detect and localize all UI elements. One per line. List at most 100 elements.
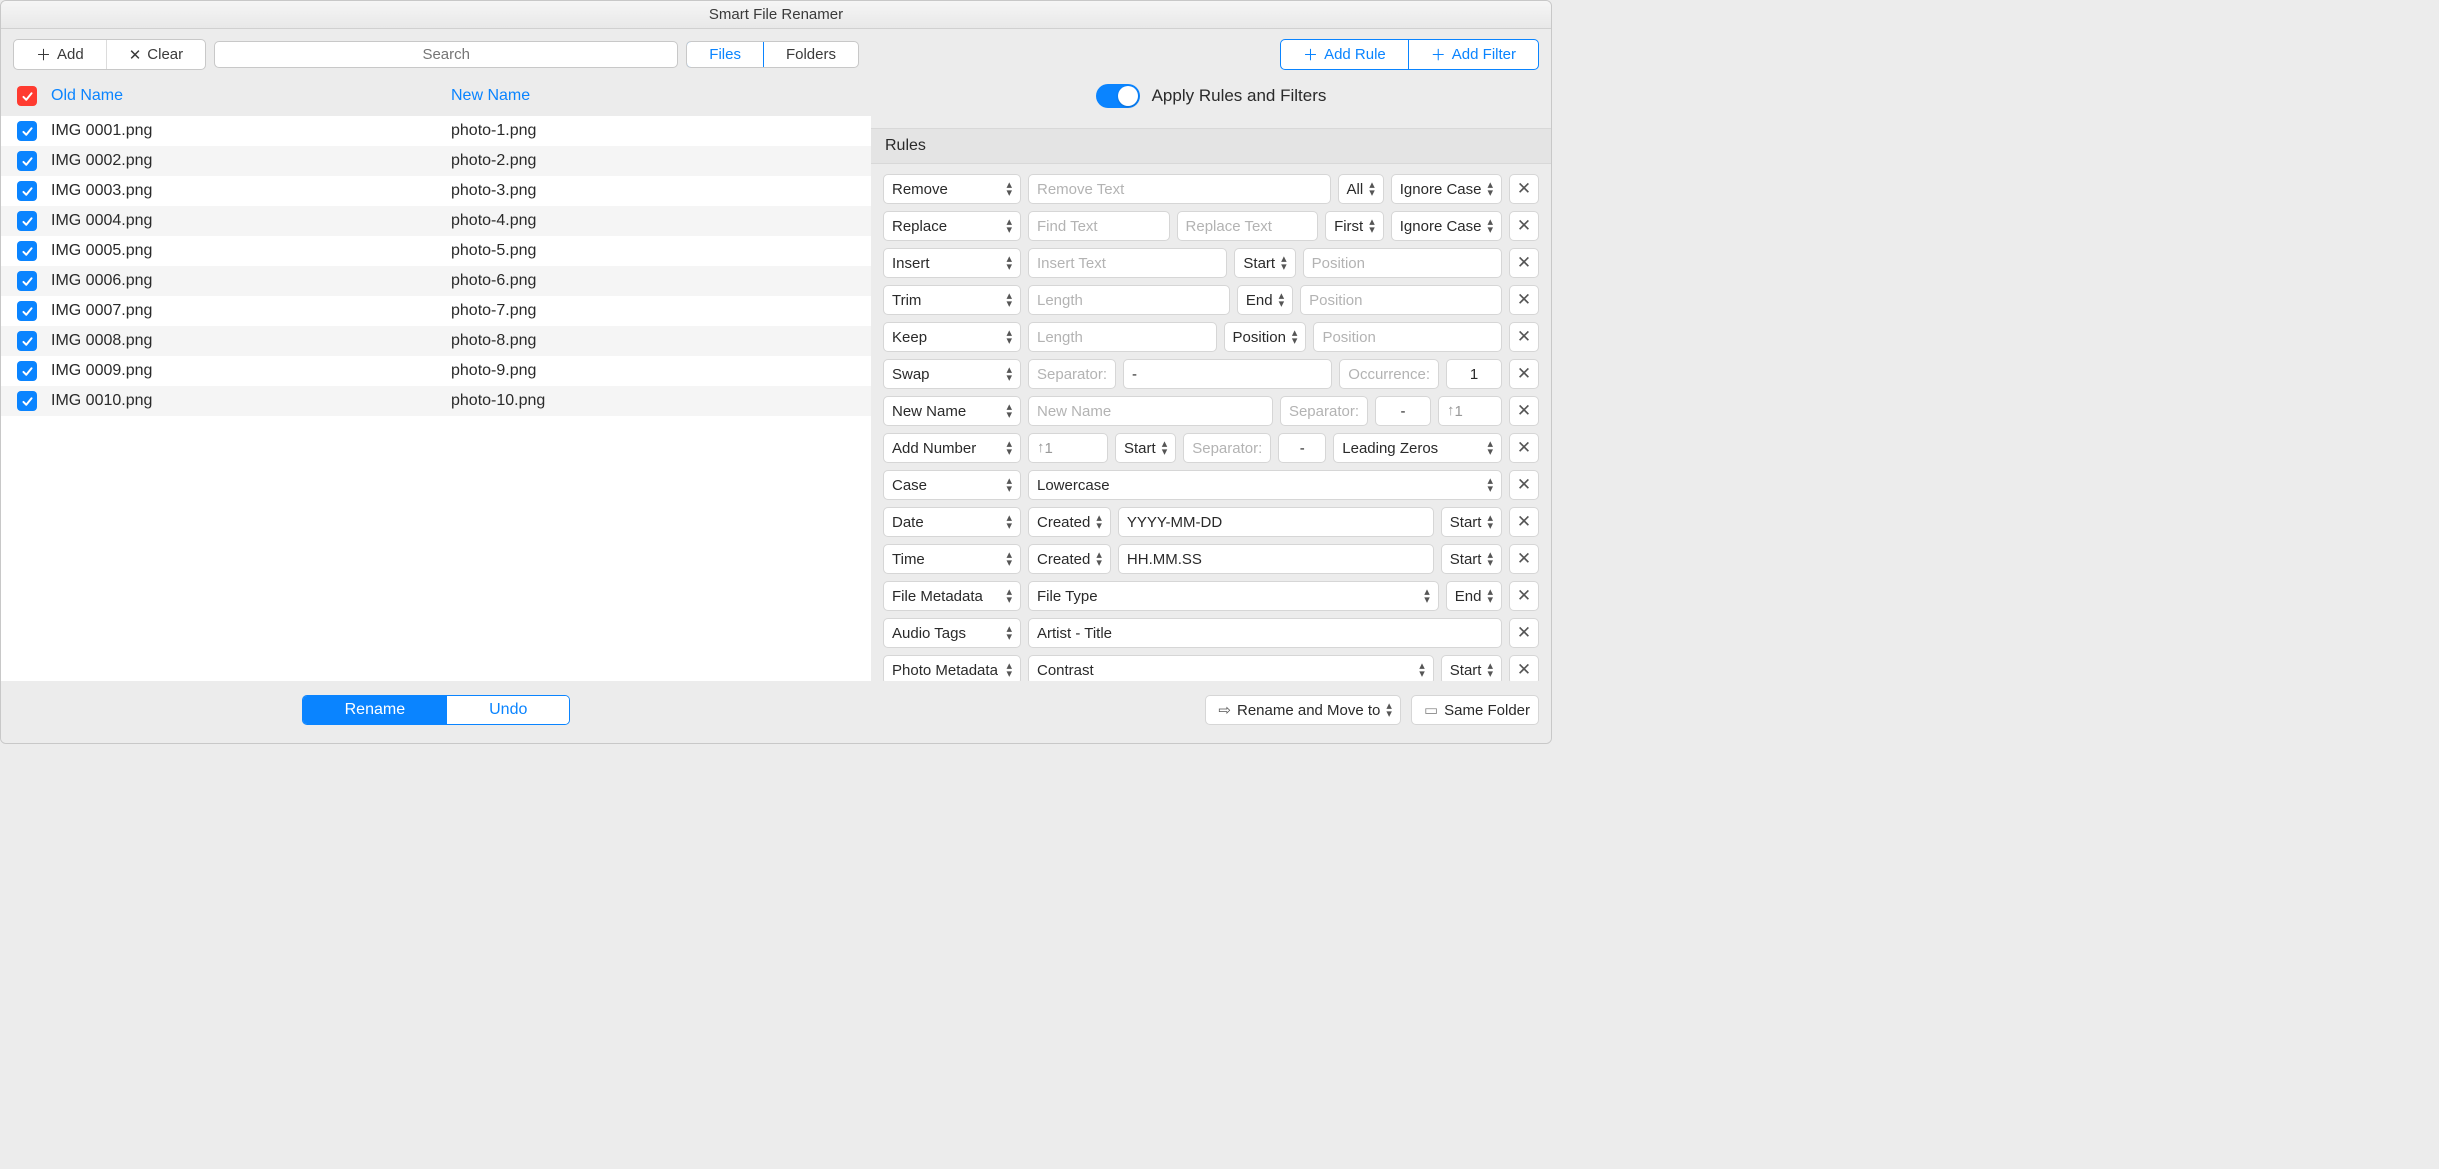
file-row[interactable]: IMG 0007.png photo-7.png xyxy=(1,296,871,326)
remove-rule-button[interactable]: ✕ xyxy=(1509,174,1539,204)
search-input[interactable] xyxy=(214,41,678,68)
rule-select[interactable]: Insert▴▾ xyxy=(883,248,1021,278)
file-checkbox[interactable] xyxy=(17,271,37,291)
file-checkbox[interactable] xyxy=(17,361,37,381)
remove-rule-button[interactable]: ✕ xyxy=(1509,618,1539,648)
file-row[interactable]: IMG 0008.png photo-8.png xyxy=(1,326,871,356)
file-row[interactable]: IMG 0002.png photo-2.png xyxy=(1,146,871,176)
rule-select[interactable]: Leading Zeros▴▾ xyxy=(1333,433,1502,463)
rule-input[interactable]: Length xyxy=(1028,322,1217,352)
rule-select[interactable]: Contrast▴▾ xyxy=(1028,655,1434,681)
rule-input[interactable]: Position xyxy=(1313,322,1502,352)
rule-select[interactable]: Created▴▾ xyxy=(1028,544,1111,574)
rule-input[interactable]: 1 xyxy=(1446,359,1502,389)
file-checkbox[interactable] xyxy=(17,181,37,201)
rule-input[interactable]: Length xyxy=(1028,285,1230,315)
rule-input[interactable]: Insert Text xyxy=(1028,248,1227,278)
rule-select[interactable]: Ignore Case▴▾ xyxy=(1391,211,1502,241)
undo-button[interactable]: Undo xyxy=(447,696,569,724)
file-row[interactable]: IMG 0009.png photo-9.png xyxy=(1,356,871,386)
rule-select[interactable]: End▴▾ xyxy=(1237,285,1293,315)
rule-select[interactable]: Replace▴▾ xyxy=(883,211,1021,241)
rule-select[interactable]: Start▴▾ xyxy=(1234,248,1295,278)
remove-rule-button[interactable]: ✕ xyxy=(1509,581,1539,611)
rename-move-select[interactable]: ⇨ Rename and Move to ▴▾ xyxy=(1205,695,1401,725)
folders-tab[interactable]: Folders xyxy=(764,42,858,67)
rule-select[interactable]: Ignore Case▴▾ xyxy=(1391,174,1502,204)
file-checkbox[interactable] xyxy=(17,241,37,261)
rule-select[interactable]: Swap▴▾ xyxy=(883,359,1021,389)
file-list[interactable]: IMG 0001.png photo-1.png IMG 0002.png ph… xyxy=(1,116,871,681)
rule-input[interactable]: Remove Text xyxy=(1028,174,1331,204)
remove-rule-button[interactable]: ✕ xyxy=(1509,248,1539,278)
rule-input[interactable]: Position xyxy=(1300,285,1502,315)
rule-select[interactable]: All▴▾ xyxy=(1338,174,1384,204)
file-row[interactable]: IMG 0005.png photo-5.png xyxy=(1,236,871,266)
file-row[interactable]: IMG 0004.png photo-4.png xyxy=(1,206,871,236)
remove-rule-button[interactable]: ✕ xyxy=(1509,544,1539,574)
file-row[interactable]: IMG 0010.png photo-10.png xyxy=(1,386,871,416)
rule-select[interactable]: New Name▴▾ xyxy=(883,396,1021,426)
remove-rule-button[interactable]: ✕ xyxy=(1509,211,1539,241)
rule-select[interactable]: Remove▴▾ xyxy=(883,174,1021,204)
add-filter-button[interactable]: ＋ Add Filter xyxy=(1409,40,1538,69)
rule-input[interactable]: - xyxy=(1375,396,1431,426)
remove-rule-button[interactable]: ✕ xyxy=(1509,396,1539,426)
rule-input[interactable]: - xyxy=(1123,359,1332,389)
remove-rule-button[interactable]: ✕ xyxy=(1509,655,1539,681)
file-checkbox[interactable] xyxy=(17,151,37,171)
same-folder-button[interactable]: ▭ Same Folder xyxy=(1411,695,1539,725)
rule-input[interactable]: YYYY-MM-DD xyxy=(1118,507,1434,537)
file-row[interactable]: IMG 0001.png photo-1.png xyxy=(1,116,871,146)
files-tab[interactable]: Files xyxy=(686,41,764,68)
rule-input[interactable]: Position xyxy=(1303,248,1502,278)
file-row[interactable]: IMG 0006.png photo-6.png xyxy=(1,266,871,296)
remove-rule-button[interactable]: ✕ xyxy=(1509,507,1539,537)
rule-select[interactable]: Time▴▾ xyxy=(883,544,1021,574)
rule-select[interactable]: Audio Tags▴▾ xyxy=(883,618,1021,648)
add-rule-button[interactable]: ＋ Add Rule xyxy=(1281,40,1409,69)
file-checkbox[interactable] xyxy=(17,211,37,231)
rule-select[interactable]: Case▴▾ xyxy=(883,470,1021,500)
rule-select[interactable]: Start▴▾ xyxy=(1441,507,1502,537)
rule-input[interactable]: Artist - Title xyxy=(1028,618,1502,648)
remove-rule-button[interactable]: ✕ xyxy=(1509,359,1539,389)
rule-select[interactable]: End▴▾ xyxy=(1446,581,1502,611)
rule-select[interactable]: First▴▾ xyxy=(1325,211,1384,241)
rule-select[interactable]: Trim▴▾ xyxy=(883,285,1021,315)
rule-input[interactable]: New Name xyxy=(1028,396,1273,426)
file-checkbox[interactable] xyxy=(17,121,37,141)
column-new-name[interactable]: New Name xyxy=(451,87,530,105)
rule-select[interactable]: Date▴▾ xyxy=(883,507,1021,537)
rule-select[interactable]: File Metadata▴▾ xyxy=(883,581,1021,611)
rule-select[interactable]: Keep▴▾ xyxy=(883,322,1021,352)
rule-input[interactable]: Find Text xyxy=(1028,211,1170,241)
rule-select[interactable]: Add Number▴▾ xyxy=(883,433,1021,463)
clear-button[interactable]: ✕ Clear xyxy=(107,40,205,69)
rule-input[interactable]: HH.MM.SS xyxy=(1118,544,1434,574)
rename-button[interactable]: Rename xyxy=(303,696,447,724)
rule-select[interactable]: Photo Metadata▴▾ xyxy=(883,655,1021,681)
rule-input[interactable]: ↑1 xyxy=(1028,433,1108,463)
rule-input[interactable]: ↑1 xyxy=(1438,396,1502,426)
rule-input[interactable]: Replace Text xyxy=(1177,211,1319,241)
add-button[interactable]: ＋ Add xyxy=(14,40,107,69)
file-checkbox[interactable] xyxy=(17,301,37,321)
apply-toggle[interactable] xyxy=(1096,84,1140,108)
rule-select[interactable]: Start▴▾ xyxy=(1441,544,1502,574)
column-old-name[interactable]: Old Name xyxy=(51,87,451,105)
rule-select[interactable]: Position▴▾ xyxy=(1224,322,1307,352)
remove-rule-button[interactable]: ✕ xyxy=(1509,285,1539,315)
rule-select[interactable]: Start▴▾ xyxy=(1441,655,1502,681)
rule-select[interactable]: Start▴▾ xyxy=(1115,433,1176,463)
rule-select[interactable]: File Type▴▾ xyxy=(1028,581,1439,611)
rule-input[interactable]: - xyxy=(1278,433,1326,463)
remove-rule-button[interactable]: ✕ xyxy=(1509,433,1539,463)
file-checkbox[interactable] xyxy=(17,331,37,351)
rule-select[interactable]: Lowercase▴▾ xyxy=(1028,470,1502,500)
remove-rule-button[interactable]: ✕ xyxy=(1509,470,1539,500)
file-row[interactable]: IMG 0003.png photo-3.png xyxy=(1,176,871,206)
remove-rule-button[interactable]: ✕ xyxy=(1509,322,1539,352)
select-all-checkbox[interactable] xyxy=(17,86,37,106)
rule-select[interactable]: Created▴▾ xyxy=(1028,507,1111,537)
